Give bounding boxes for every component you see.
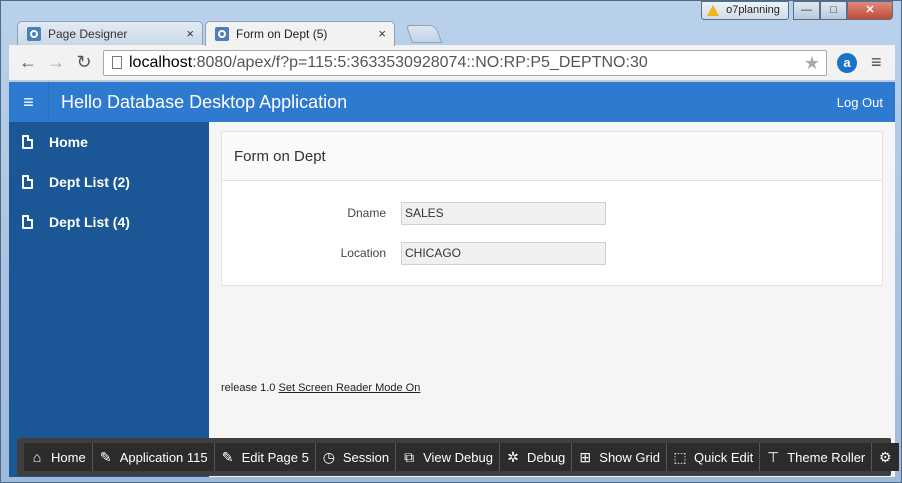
window-controls: o7planning — □ ✕ xyxy=(701,1,893,21)
gear-icon: ⚙ xyxy=(878,449,892,465)
select-icon: ⬚ xyxy=(673,449,687,465)
back-arrow-icon[interactable]: ← xyxy=(17,52,39,73)
bookmark-star-icon[interactable]: ★ xyxy=(804,51,820,75)
page-icon xyxy=(112,56,122,69)
main-content: Form on Dept Dname SALES Location CHICAG… xyxy=(209,122,895,477)
dev-quick-edit-button[interactable]: ⬚ Quick Edit xyxy=(666,443,761,471)
location-field[interactable]: CHICAGO xyxy=(401,242,606,265)
dev-application-button[interactable]: ✎ Application 115 xyxy=(92,443,215,471)
logout-link[interactable]: Log Out xyxy=(837,95,883,110)
location-row: Location CHICAGO xyxy=(222,242,882,266)
sidebar-item-dept-list-4[interactable]: Dept List (4) xyxy=(9,202,209,242)
forward-arrow-icon[interactable]: → xyxy=(45,52,67,73)
home-icon: ⌂ xyxy=(32,449,42,465)
dev-button-label: View Debug xyxy=(423,449,493,465)
dev-button-label: Edit Page 5 xyxy=(241,449,309,465)
tab-label: Form on Dept (5) xyxy=(236,27,328,41)
minimize-button[interactable]: — xyxy=(793,1,820,20)
page-footer: release 1.0 Set Screen Reader Mode On xyxy=(221,382,420,394)
screen-reader-link[interactable]: Set Screen Reader Mode On xyxy=(279,382,421,394)
apex-application: ≡ Hello Database Desktop Application Log… xyxy=(9,82,895,477)
dev-button-label: Show Grid xyxy=(599,449,660,465)
browser-menu-icon[interactable]: ≡ xyxy=(871,52,882,73)
paint-roller-icon: ⊤ xyxy=(767,449,780,465)
tab-page-designer[interactable]: Page Designer × xyxy=(17,21,203,46)
tab-bar: Page Designer × Form on Dept (5) × xyxy=(9,21,709,46)
tab-form-on-dept[interactable]: Form on Dept (5) × xyxy=(205,21,395,46)
developer-toolbar: ⌂ Home ✎ Application 115 ✎ Edit Page 5 ◷… xyxy=(17,438,900,476)
warning-icon xyxy=(707,5,719,16)
dname-label: Dname xyxy=(347,206,386,220)
dev-home-button[interactable]: ⌂ Home xyxy=(24,443,93,471)
profile-badge[interactable]: o7planning xyxy=(701,1,789,20)
dname-field[interactable]: SALES xyxy=(401,202,606,225)
document-icon xyxy=(22,175,33,189)
dev-session-button[interactable]: ◷ Session xyxy=(315,443,397,471)
extension-icon[interactable]: a xyxy=(837,53,857,73)
reload-icon[interactable]: ↻ xyxy=(73,52,95,73)
sidebar-item-label: Home xyxy=(49,134,88,150)
clock-icon: ◷ xyxy=(322,449,335,465)
url-path: :8080/apex/f?p=115:5:3633530928074::NO:R… xyxy=(192,54,648,71)
address-bar[interactable]: localhost:8080/apex/f?p=115:5:3633530928… xyxy=(103,50,827,76)
dev-edit-page-button[interactable]: ✎ Edit Page 5 xyxy=(214,443,316,471)
dev-button-label: Debug xyxy=(526,449,566,465)
dev-debug-button[interactable]: ✲ Debug xyxy=(499,443,573,471)
sidebar-item-label: Dept List (2) xyxy=(49,174,130,190)
region-title: Form on Dept xyxy=(222,132,882,181)
browser-toolbar: ← → ↻ localhost:8080/apex/f?p=115:5:3633… xyxy=(9,45,895,81)
sidebar-item-dept-list-2[interactable]: Dept List (2) xyxy=(9,162,209,202)
apex-favicon-icon xyxy=(27,27,41,41)
location-label: Location xyxy=(340,246,386,260)
tab-label: Page Designer xyxy=(48,27,128,41)
hamburger-menu-icon[interactable]: ≡ xyxy=(9,82,49,122)
close-tab-icon[interactable]: × xyxy=(186,22,194,46)
close-window-button[interactable]: ✕ xyxy=(847,1,893,20)
dev-button-label: Application 115 xyxy=(119,449,208,465)
document-icon xyxy=(22,215,33,229)
edit-icon: ✎ xyxy=(99,449,112,465)
edit-icon: ✎ xyxy=(221,449,234,465)
profile-name: o7planning xyxy=(726,4,780,16)
url-host: localhost xyxy=(129,54,193,71)
close-tab-icon[interactable]: × xyxy=(378,22,386,46)
grid-icon: ⊞ xyxy=(579,449,592,465)
new-tab-button[interactable] xyxy=(405,25,443,43)
document-icon xyxy=(22,135,33,149)
browser-window: o7planning — □ ✕ Page Designer × Form on… xyxy=(0,0,902,483)
app-title: Hello Database Desktop Application xyxy=(61,92,348,112)
dev-show-grid-button[interactable]: ⊞ Show Grid xyxy=(572,443,667,471)
apex-favicon-icon xyxy=(215,27,229,41)
release-text: release 1.0 xyxy=(221,382,276,394)
maximize-button[interactable]: □ xyxy=(820,1,847,20)
form-region: Form on Dept Dname SALES Location CHICAG… xyxy=(221,131,883,286)
dname-row: Dname SALES xyxy=(222,202,882,226)
dev-button-label: Quick Edit xyxy=(693,449,754,465)
bug-icon: ✲ xyxy=(507,449,519,465)
dev-theme-roller-button[interactable]: ⊤ Theme Roller xyxy=(760,443,873,471)
dev-view-debug-button[interactable]: ⧉ View Debug xyxy=(396,443,500,471)
dev-settings-button[interactable]: ⚙ xyxy=(872,443,900,471)
dev-button-label: Home xyxy=(51,449,86,465)
dev-button-label: Session xyxy=(342,449,390,465)
dev-button-label: Theme Roller xyxy=(787,449,866,465)
sidebar-item-home[interactable]: Home xyxy=(9,122,209,162)
sidebar-item-label: Dept List (4) xyxy=(49,214,130,230)
open-window-icon: ⧉ xyxy=(404,449,415,465)
app-header: ≡ Hello Database Desktop Application Log… xyxy=(9,82,895,122)
sidebar-nav: Home Dept List (2) Dept List (4) xyxy=(9,122,209,477)
